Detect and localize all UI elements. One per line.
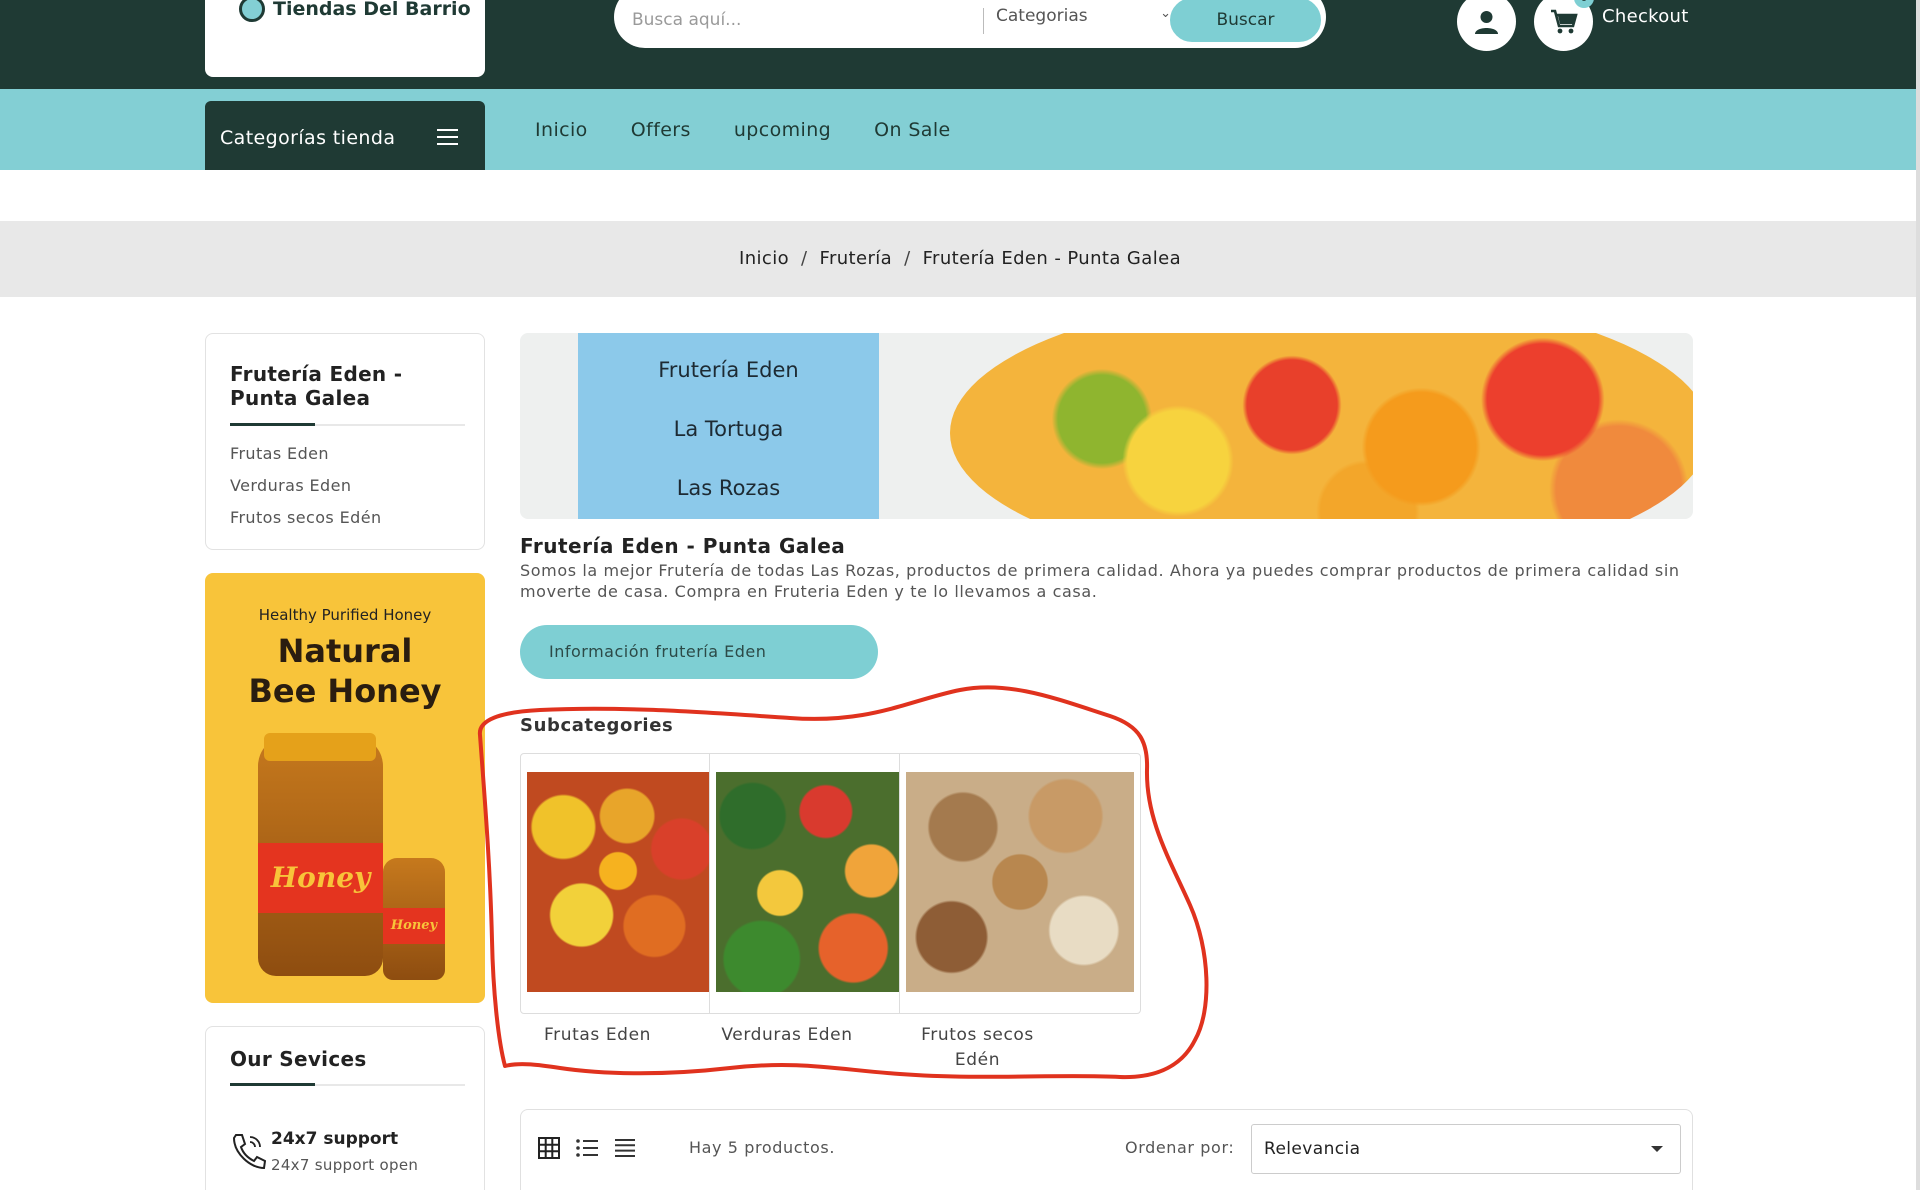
breadcrumb-item-category[interactable]: Frutería [820, 248, 893, 269]
search-bar: Categorias ⌄ Buscar [614, 0, 1326, 48]
nav-link-upcoming[interactable]: upcoming [734, 119, 831, 141]
category-card: Frutería Eden - Punta Galea Frutas Eden … [205, 333, 485, 550]
category-select[interactable]: Categorias ⌄ [996, 6, 1171, 36]
checkout-link[interactable]: Checkout [1602, 6, 1689, 27]
banner-line-2: La Tortuga [673, 417, 784, 441]
view-mode-switcher [538, 1137, 651, 1159]
search-button[interactable]: Buscar [1168, 0, 1323, 44]
service-description: 24x7 support open [271, 1156, 419, 1174]
category-card-title: Frutería Eden - Punta Galea [230, 362, 403, 410]
nav-link-on-sale[interactable]: On Sale [874, 119, 951, 141]
subcategory-card[interactable] [521, 754, 711, 1013]
subcategory-card[interactable] [710, 754, 900, 1013]
category-select-label: Categorias [996, 6, 1088, 26]
services-card: Our Sevices 24x7 support 24x7 support op… [205, 1026, 485, 1190]
subcategories-title: Subcategories [520, 715, 674, 736]
store-info-button[interactable]: Información frutería Eden [520, 625, 878, 679]
cart-button[interactable]: 0 [1534, 0, 1594, 51]
top-header: Tiendas Del Barrio Categorias ⌄ Buscar 0… [0, 0, 1920, 89]
logo-text: Tiendas Del Barrio [273, 0, 471, 20]
ad-subtitle: Healthy Purified Honey [258, 606, 432, 624]
sort-select[interactable]: Relevancia [1251, 1124, 1681, 1174]
small-jar-label: Honey [383, 908, 445, 944]
subcategory-image-vegetables[interactable] [716, 772, 899, 992]
honey-jar-lid [264, 733, 376, 761]
category-link-frutos-secos[interactable]: Frutos secos Edén [230, 508, 381, 527]
caret-down-icon [1651, 1146, 1663, 1152]
ad-headline: Natural Bee Honey [248, 632, 442, 710]
store-title: Frutería Eden - Punta Galea [520, 534, 846, 558]
services-title: Our Sevices [230, 1047, 367, 1071]
banner-line-3: Las Rozas [676, 476, 781, 500]
list-view-icon[interactable] [575, 1137, 599, 1159]
account-button[interactable] [1457, 0, 1516, 51]
user-icon [1475, 11, 1498, 34]
search-divider [983, 8, 984, 34]
breadcrumb-bar: Inicio / Frutería / Frutería Eden - Punta Ga… [0, 221, 1920, 297]
sort-label: Ordenar por: [1125, 1138, 1235, 1157]
breadcrumb-separator: / [904, 248, 911, 269]
subcategories-grid [520, 753, 1141, 1014]
phone-icon [232, 1134, 266, 1170]
subcategory-image-nuts[interactable] [905, 772, 1134, 992]
small-jar-brand-text: Honey [390, 918, 438, 933]
cart-icon [1551, 9, 1578, 34]
nav-link-offers[interactable]: Offers [631, 119, 691, 141]
title-underline [230, 423, 465, 426]
nav-links: Inicio Offers upcoming On Sale [535, 119, 994, 141]
product-toolbar: Hay 5 productos. Ordenar por: Relevancia [520, 1109, 1693, 1190]
breadcrumb-item-current: Frutería Eden - Punta Galea [922, 248, 1181, 269]
grid-view-icon[interactable] [538, 1137, 560, 1159]
banner-text-panel: Frutería Eden La Tortuga Las Rozas [578, 333, 879, 519]
product-count: Hay 5 productos. [689, 1138, 836, 1157]
compact-list-icon[interactable] [614, 1137, 636, 1159]
service-title: 24x7 support [271, 1129, 399, 1149]
subcategory-card[interactable] [900, 754, 1140, 1013]
cart-count-badge: 0 [1574, 0, 1594, 8]
category-links: Frutas Eden Verduras Eden Frutos secos E… [230, 444, 381, 540]
honey-ad-banner[interactable]: Healthy Purified Honey Natural Bee Honey… [205, 573, 485, 1003]
honey-jar-label: Honey [258, 843, 383, 913]
categories-toggle[interactable]: Categorías tienda [205, 101, 485, 170]
banner-line-1: Frutería Eden [658, 358, 799, 382]
title-underline [230, 1083, 465, 1086]
categories-toggle-label: Categorías tienda [220, 127, 396, 149]
store-banner: Frutería Eden La Tortuga Las Rozas [520, 333, 1693, 519]
breadcrumb: Inicio / Frutería / Frutería Eden - Punta Ga… [0, 248, 1920, 269]
logo-icon [239, 0, 265, 22]
main-nav: Categorías tienda Inicio Offers upcoming… [0, 89, 1920, 170]
store-description: Somos la mejor Frutería de todas Las Roz… [520, 561, 1680, 601]
breadcrumb-separator: / [801, 248, 808, 269]
subcategory-label-frutos-secos[interactable]: Frutos secos Edén [900, 1023, 1055, 1073]
category-link-verduras[interactable]: Verduras Eden [230, 476, 381, 495]
subcategory-label-verduras[interactable]: Verduras Eden [712, 1023, 862, 1048]
fruit-bowl-image [950, 333, 1693, 519]
nav-link-inicio[interactable]: Inicio [535, 119, 588, 141]
page-scrollbar[interactable] [1916, 0, 1920, 1190]
hamburger-icon [437, 129, 458, 145]
subcategory-label-frutas[interactable]: Frutas Eden [530, 1023, 665, 1048]
jar-brand-text: Honey [270, 861, 371, 894]
logo[interactable]: Tiendas Del Barrio [205, 0, 485, 77]
category-link-frutas[interactable]: Frutas Eden [230, 444, 381, 463]
subcategory-image-fruits[interactable] [527, 772, 710, 992]
sort-select-value: Relevancia [1264, 1139, 1361, 1159]
breadcrumb-item-home[interactable]: Inicio [739, 248, 789, 269]
search-input[interactable] [632, 0, 982, 40]
